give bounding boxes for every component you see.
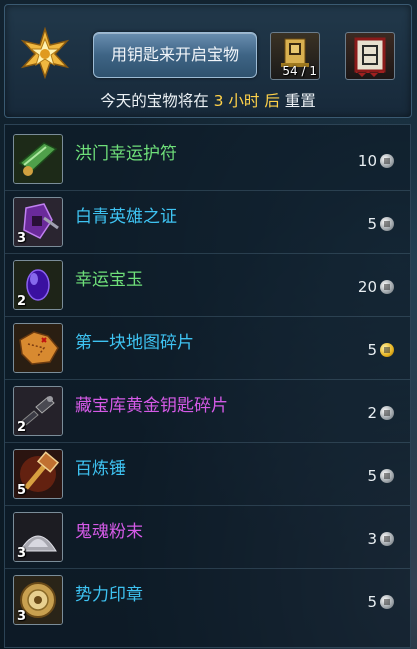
price-value: 5 [367,467,377,485]
item-price: 10 [358,152,394,170]
item-price: 5 [367,215,394,233]
item-name: 百炼锤 [75,459,126,479]
list-item[interactable]: 3 势力印章 5 [5,568,410,631]
silver-coin-icon [380,217,394,231]
item-price: 2 [367,404,394,422]
price-value: 3 [367,530,377,548]
hero-token-icon: 3 [13,197,63,247]
list-item[interactable]: 5 百炼锤 5 [5,442,410,506]
reset-suffix: 重置 [284,92,316,110]
hammer-icon: 5 [13,449,63,499]
item-quantity: 3 [17,609,27,624]
item-price: 5 [367,467,394,485]
silver-coin-icon [380,532,394,546]
charm-icon [13,134,63,184]
item-price: 5 [367,593,394,611]
treasure-list: 洪门幸运护符 10 3 白青英雄之证 5 2 幸运宝玉 20 第一块地图碎片 5… [4,124,411,648]
silver-coin-icon [380,469,394,483]
reset-notice: 今天的宝物将在 3 小时 后 重置 [5,89,411,111]
silver-coin-icon [380,595,394,609]
item-quantity: 3 [17,546,27,561]
item-name: 鬼魂粉末 [75,522,143,542]
price-value: 20 [357,278,377,296]
list-item[interactable]: 2 藏宝库黄金钥匙碎片 2 [5,379,410,443]
item-quantity: 2 [17,420,27,435]
list-item[interactable]: 第一块地图碎片 5 [5,316,410,380]
item-price: 20 [358,278,394,296]
item-quantity: 5 [17,483,27,498]
item-price: 5 [367,341,394,359]
item-price: 3 [367,530,394,548]
list-item[interactable]: 3 白青英雄之证 5 [5,190,410,254]
price-value: 2 [367,404,377,422]
list-item[interactable]: 2 幸运宝玉 20 [5,253,410,317]
key-count: 54 / 1 [282,64,317,78]
item-quantity: 2 [17,294,27,309]
price-value: 5 [367,341,377,359]
item-name: 势力印章 [75,585,143,605]
faction-seal-icon: 3 [13,575,63,625]
item-name: 第一块地图碎片 [75,333,194,353]
banner-flag-icon [354,37,386,77]
key-slot[interactable]: 54 / 1 [270,32,320,80]
key-fragment-icon: 2 [13,386,63,436]
ghost-powder-icon: 3 [13,512,63,562]
item-quantity: 3 [17,231,27,246]
banner-slot[interactable] [345,32,395,80]
silver-coin-icon [380,406,394,420]
jade-gem-icon: 2 [13,260,63,310]
map-fragment-icon [13,323,63,373]
item-name: 幸运宝玉 [75,270,143,290]
price-value: 5 [367,593,377,611]
silver-coin-icon [380,154,394,168]
item-name: 洪门幸运护符 [75,144,177,164]
silver-coin-icon [380,280,394,294]
reset-prefix: 今天的宝物将在 [100,92,209,110]
open-with-key-button[interactable]: 用钥匙来开启宝物 [93,32,257,78]
treasure-emblem-icon [20,27,70,79]
reset-hours: 3 小时 后 [213,92,280,110]
shop-header: 用钥匙来开启宝物 54 / 1 今天的宝物将在 3 小时 后 重置 [4,4,412,118]
price-value: 5 [367,215,377,233]
item-name: 藏宝库黄金钥匙碎片 [75,396,228,416]
gold-coin-icon [380,343,394,357]
list-item[interactable]: 洪门幸运护符 10 [5,127,410,191]
item-name: 白青英雄之证 [75,207,177,227]
list-item[interactable]: 3 鬼魂粉末 3 [5,505,410,569]
price-value: 10 [357,152,377,170]
